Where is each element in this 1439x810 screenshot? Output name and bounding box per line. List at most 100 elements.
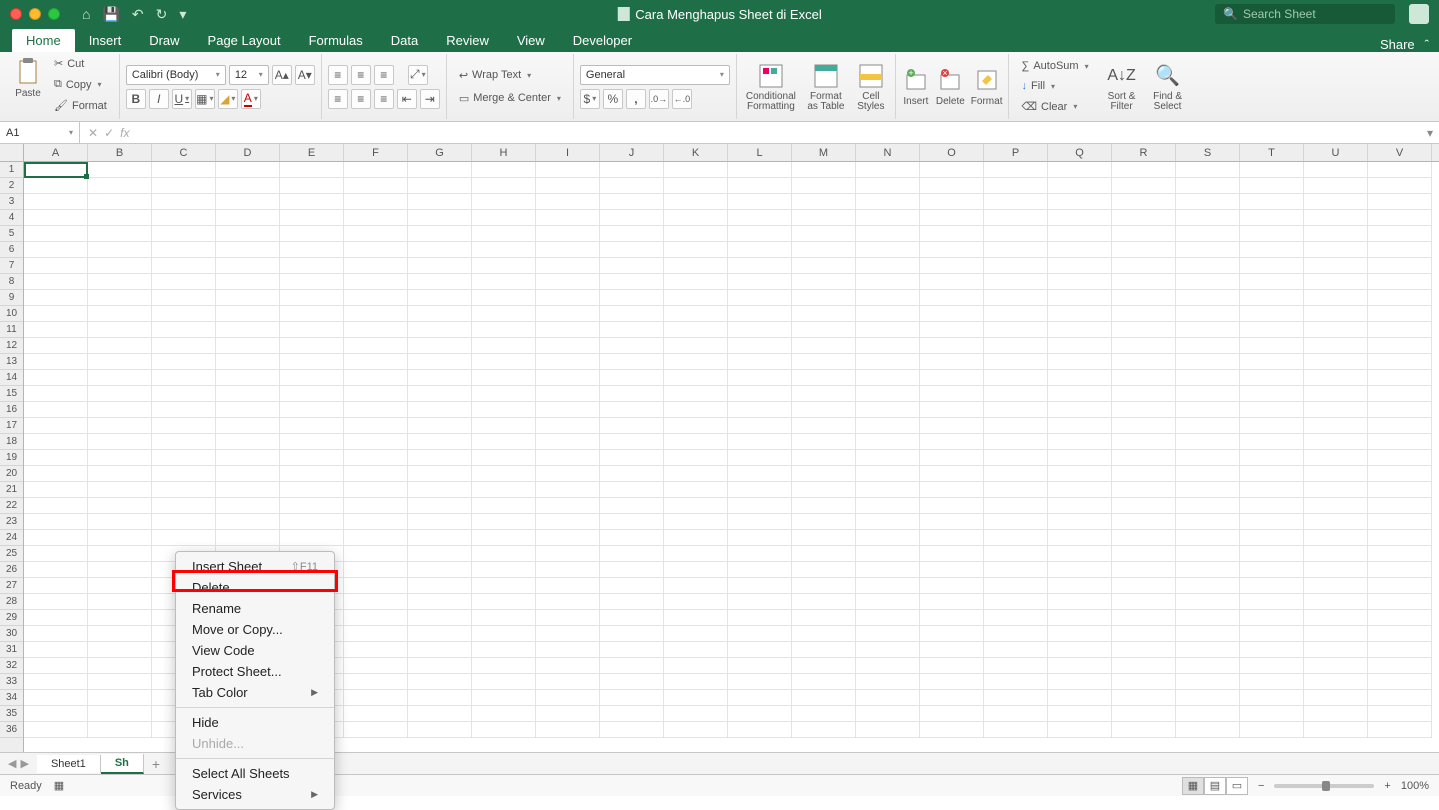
row-header[interactable]: 18 xyxy=(0,434,23,450)
cell[interactable] xyxy=(920,402,984,418)
cell[interactable] xyxy=(728,546,792,562)
cell[interactable] xyxy=(1304,210,1368,226)
cell[interactable] xyxy=(1112,306,1176,322)
cell[interactable] xyxy=(152,450,216,466)
cell[interactable] xyxy=(920,258,984,274)
cell[interactable] xyxy=(344,546,408,562)
cell[interactable] xyxy=(984,210,1048,226)
cell[interactable] xyxy=(664,482,728,498)
column-header[interactable]: C xyxy=(152,144,216,161)
cell[interactable] xyxy=(408,194,472,210)
cell[interactable] xyxy=(920,514,984,530)
cell[interactable] xyxy=(216,466,280,482)
ctx-hide[interactable]: Hide xyxy=(176,712,334,733)
cell[interactable] xyxy=(856,306,920,322)
merge-center-button[interactable]: ▭Merge & Center xyxy=(453,89,567,108)
cell[interactable] xyxy=(88,354,152,370)
cell[interactable] xyxy=(600,210,664,226)
cell[interactable] xyxy=(472,258,536,274)
cell[interactable] xyxy=(88,466,152,482)
cell[interactable] xyxy=(152,482,216,498)
cell[interactable] xyxy=(1240,290,1304,306)
cell[interactable] xyxy=(88,482,152,498)
cell[interactable] xyxy=(536,594,600,610)
cell[interactable] xyxy=(472,418,536,434)
row-header[interactable]: 36 xyxy=(0,722,23,738)
cell[interactable] xyxy=(1112,402,1176,418)
cell[interactable] xyxy=(24,498,88,514)
cell[interactable] xyxy=(536,626,600,642)
cell[interactable] xyxy=(152,338,216,354)
cell[interactable] xyxy=(856,194,920,210)
cell[interactable] xyxy=(856,658,920,674)
cell[interactable] xyxy=(792,674,856,690)
window-close-button[interactable] xyxy=(10,8,22,20)
cell[interactable] xyxy=(344,578,408,594)
cell[interactable] xyxy=(984,546,1048,562)
search-sheet-box[interactable]: 🔍 xyxy=(1215,4,1395,24)
cell[interactable] xyxy=(1048,578,1112,594)
tab-formulas[interactable]: Formulas xyxy=(295,29,377,52)
cell[interactable] xyxy=(984,274,1048,290)
cell[interactable] xyxy=(728,386,792,402)
cell[interactable] xyxy=(728,610,792,626)
cell[interactable] xyxy=(728,178,792,194)
find-select-button[interactable]: 🔍Find & Select xyxy=(1149,62,1187,112)
cell[interactable] xyxy=(152,322,216,338)
cell[interactable] xyxy=(1048,482,1112,498)
cell[interactable] xyxy=(1304,546,1368,562)
row-header[interactable]: 9 xyxy=(0,290,23,306)
column-header[interactable]: V xyxy=(1368,144,1432,161)
cell[interactable] xyxy=(1048,178,1112,194)
cell[interactable] xyxy=(600,290,664,306)
cell[interactable] xyxy=(280,274,344,290)
cell[interactable] xyxy=(920,610,984,626)
cell[interactable] xyxy=(280,306,344,322)
user-avatar-icon[interactable] xyxy=(1409,4,1429,24)
cell[interactable] xyxy=(920,450,984,466)
cell[interactable] xyxy=(472,290,536,306)
cell[interactable] xyxy=(216,386,280,402)
cell[interactable] xyxy=(24,466,88,482)
cell[interactable] xyxy=(1240,258,1304,274)
cell[interactable] xyxy=(728,290,792,306)
cell[interactable] xyxy=(1240,418,1304,434)
cell[interactable] xyxy=(536,690,600,706)
cell[interactable] xyxy=(24,626,88,642)
cell[interactable] xyxy=(152,194,216,210)
cell[interactable] xyxy=(728,402,792,418)
cell[interactable] xyxy=(152,210,216,226)
cell[interactable] xyxy=(408,706,472,722)
cell[interactable] xyxy=(408,162,472,178)
cell[interactable] xyxy=(24,722,88,738)
cell[interactable] xyxy=(1048,194,1112,210)
sheet-tab-sheet1[interactable]: Sheet1 xyxy=(37,755,101,773)
column-header[interactable]: K xyxy=(664,144,728,161)
cell[interactable] xyxy=(1176,194,1240,210)
cell[interactable] xyxy=(1112,450,1176,466)
cell[interactable] xyxy=(24,370,88,386)
cell[interactable] xyxy=(792,498,856,514)
cell[interactable] xyxy=(856,546,920,562)
add-sheet-button[interactable]: + xyxy=(144,756,168,772)
cell[interactable] xyxy=(24,338,88,354)
row-header[interactable]: 31 xyxy=(0,642,23,658)
cell[interactable] xyxy=(1240,514,1304,530)
cell[interactable] xyxy=(408,434,472,450)
cell[interactable] xyxy=(1368,482,1432,498)
cell[interactable] xyxy=(1112,610,1176,626)
cell[interactable] xyxy=(24,210,88,226)
cell[interactable] xyxy=(24,530,88,546)
cell[interactable] xyxy=(216,402,280,418)
cell[interactable] xyxy=(856,706,920,722)
cell[interactable] xyxy=(344,658,408,674)
cell[interactable] xyxy=(600,690,664,706)
cell[interactable] xyxy=(408,402,472,418)
cell[interactable] xyxy=(24,562,88,578)
fill-color-button[interactable]: ◢ xyxy=(218,89,238,109)
cell[interactable] xyxy=(600,674,664,690)
cell[interactable] xyxy=(1048,226,1112,242)
cell[interactable] xyxy=(472,210,536,226)
cell[interactable] xyxy=(984,434,1048,450)
cell[interactable] xyxy=(856,370,920,386)
